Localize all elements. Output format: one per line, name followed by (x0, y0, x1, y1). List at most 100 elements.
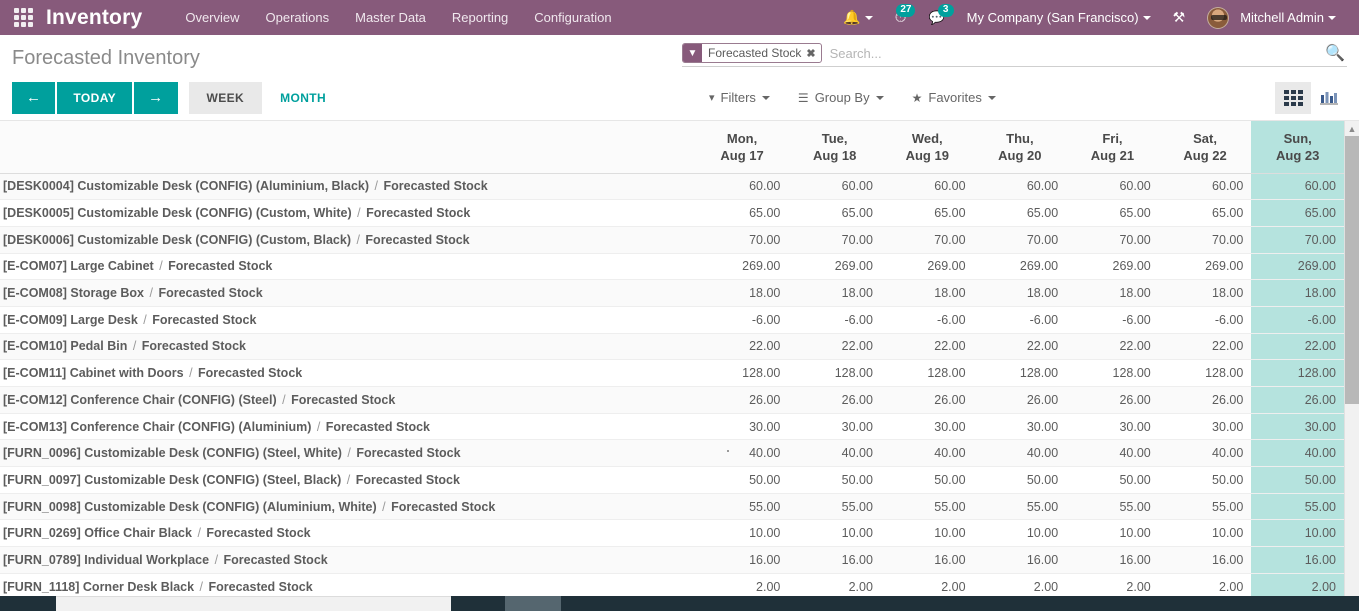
cell-value[interactable]: 55.00 (1158, 493, 1252, 521)
cell-value[interactable]: -6.00 (880, 306, 974, 334)
cell-value[interactable]: 10.00 (880, 519, 974, 548)
cell-value[interactable]: 269.00 (1066, 253, 1159, 281)
table-row[interactable]: [E-COM07] Large Cabinet / Forecasted Sto… (0, 253, 1344, 281)
row-label[interactable]: [FURN_0789] Individual Workplace / Forec… (0, 546, 696, 574)
row-label[interactable]: [E-COM10] Pedal Bin / Forecasted Stock (0, 333, 696, 361)
cell-value[interactable]: 65.00 (973, 199, 1067, 227)
cell-value[interactable]: 40.00 (788, 439, 881, 468)
cell-value[interactable]: 18.00 (973, 279, 1067, 307)
cell-value[interactable]: 60.00 (788, 173, 881, 201)
cell-value[interactable]: 65.00 (788, 199, 881, 227)
cell-value[interactable]: 65.00 (695, 199, 789, 227)
cell-value[interactable]: 26.00 (1066, 386, 1159, 414)
table-row[interactable]: [E-COM13] Conference Chair (CONFIG) (Alu… (0, 413, 1344, 441)
search-facet-forecasted-stock[interactable]: ▼ Forecasted Stock ✖ (682, 43, 822, 63)
cell-value[interactable]: 10.00 (1066, 519, 1159, 548)
cell-value[interactable]: 55.00 (1066, 493, 1159, 521)
next-period-button[interactable]: → (134, 81, 178, 114)
cell-value[interactable]: 10.00 (973, 519, 1067, 548)
cell-value[interactable]: 22.00 (1158, 333, 1252, 361)
cell-value[interactable]: 40.00 (973, 439, 1067, 468)
cell-value[interactable]: -6.00 (1066, 306, 1159, 334)
cell-value[interactable]: 22.00 (973, 333, 1067, 361)
cell-value[interactable]: 18.00 (788, 279, 881, 307)
cell-value[interactable]: 128.00 (1158, 359, 1252, 387)
cell-value[interactable]: 60.00 (695, 173, 789, 201)
table-row[interactable]: [FURN_0098] Customizable Desk (CONFIG) (… (0, 493, 1344, 521)
cell-value[interactable]: 16.00 (973, 546, 1067, 574)
cell-value[interactable]: 128.00 (880, 359, 974, 387)
cell-value[interactable]: 26.00 (880, 386, 974, 414)
cell-value[interactable]: 60.00 (880, 173, 974, 201)
vertical-scrollbar[interactable]: ▲ ▼ (1344, 121, 1359, 607)
cell-value[interactable]: 18.00 (695, 279, 789, 307)
menu-operations[interactable]: Operations (253, 0, 343, 35)
table-row[interactable]: [FURN_0096] Customizable Desk (CONFIG) (… (0, 439, 1344, 468)
cell-value[interactable]: 269.00 (695, 253, 789, 281)
cell-value[interactable]: 70.00 (695, 226, 789, 254)
cell-value[interactable]: 22.00 (1066, 333, 1159, 361)
table-row[interactable]: [DESK0004] Customizable Desk (CONFIG) (A… (0, 173, 1344, 201)
cell-value[interactable]: 50.00 (880, 466, 974, 494)
row-label[interactable]: [FURN_0096] Customizable Desk (CONFIG) (… (0, 439, 696, 468)
cell-value[interactable]: 40.00 (880, 439, 974, 468)
cell-value[interactable]: -6.00 (1158, 306, 1252, 334)
cell-value[interactable]: 128.00 (695, 359, 789, 387)
cell-value[interactable]: 30.00 (695, 413, 789, 441)
row-label[interactable]: [E-COM13] Conference Chair (CONFIG) (Alu… (0, 413, 696, 441)
row-label[interactable]: [E-COM09] Large Desk / Forecasted Stock (0, 306, 696, 334)
table-row[interactable]: [DESK0005] Customizable Desk (CONFIG) (C… (0, 199, 1344, 227)
cell-value[interactable]: 128.00 (973, 359, 1067, 387)
apps-menu-button[interactable] (0, 0, 46, 35)
cell-value[interactable]: 60.00 (1251, 173, 1344, 201)
cell-value[interactable]: 269.00 (1158, 253, 1252, 281)
cell-value[interactable]: 40.00 (1066, 439, 1159, 468)
cell-value[interactable]: 16.00 (1158, 546, 1252, 574)
cell-value[interactable]: 40.00 (1251, 439, 1344, 468)
graph-view-button[interactable] (1311, 82, 1347, 114)
cell-value[interactable]: 70.00 (973, 226, 1067, 254)
cell-value[interactable]: 16.00 (788, 546, 881, 574)
table-row[interactable]: [FURN_0789] Individual Workplace / Forec… (0, 546, 1344, 574)
table-row[interactable]: [E-COM10] Pedal Bin / Forecasted Stock 22… (0, 333, 1344, 361)
cell-value[interactable]: 26.00 (695, 386, 789, 414)
cell-value[interactable]: 10.00 (1251, 519, 1344, 548)
cell-value[interactable]: 16.00 (1066, 546, 1159, 574)
cell-value[interactable]: 50.00 (1251, 466, 1344, 494)
cell-value[interactable]: 50.00 (1158, 466, 1252, 494)
cell-value[interactable]: 65.00 (1251, 199, 1344, 227)
cell-value[interactable]: -6.00 (973, 306, 1067, 334)
cell-value[interactable]: 60.00 (973, 173, 1067, 201)
horizontal-scrollbar-thumb[interactable] (56, 596, 451, 611)
cell-value[interactable]: 16.00 (1251, 546, 1344, 574)
cell-value[interactable]: 10.00 (788, 519, 881, 548)
row-label[interactable]: [E-COM11] Cabinet with Doors / Forecaste… (0, 359, 696, 387)
cell-value[interactable]: 30.00 (973, 413, 1067, 441)
previous-period-button[interactable]: ← (12, 81, 56, 114)
cell-value[interactable]: 10.00 (1158, 519, 1252, 548)
cell-value[interactable]: 26.00 (973, 386, 1067, 414)
table-row[interactable]: [DESK0006] Customizable Desk (CONFIG) (C… (0, 226, 1344, 254)
row-label[interactable]: [FURN_0098] Customizable Desk (CONFIG) (… (0, 493, 696, 521)
cell-value[interactable]: 30.00 (880, 413, 974, 441)
cell-value[interactable]: -6.00 (1251, 306, 1344, 334)
cell-value[interactable]: 55.00 (695, 493, 789, 521)
row-label[interactable]: [DESK0005] Customizable Desk (CONFIG) (C… (0, 199, 696, 227)
cell-value[interactable]: 30.00 (1158, 413, 1252, 441)
cell-value[interactable]: 40.00 (695, 439, 789, 468)
cell-value[interactable]: 55.00 (788, 493, 881, 521)
cell-value[interactable]: 26.00 (1251, 386, 1344, 414)
cell-value[interactable]: 128.00 (788, 359, 881, 387)
cell-value[interactable]: 70.00 (1066, 226, 1159, 254)
cell-value[interactable]: 50.00 (788, 466, 881, 494)
cell-value[interactable]: 70.00 (1251, 226, 1344, 254)
table-row[interactable]: [E-COM12] Conference Chair (CONFIG) (Ste… (0, 386, 1344, 414)
row-label[interactable]: [DESK0004] Customizable Desk (CONFIG) (A… (0, 173, 696, 201)
menu-master-data[interactable]: Master Data (342, 0, 439, 35)
row-label[interactable]: [E-COM08] Storage Box / Forecasted Stock (0, 279, 696, 307)
cell-value[interactable]: 18.00 (1066, 279, 1159, 307)
table-row[interactable]: [E-COM08] Storage Box / Forecasted Stock… (0, 279, 1344, 307)
developer-tools-button[interactable]: ⚒ (1162, 0, 1197, 35)
table-row[interactable]: [FURN_0097] Customizable Desk (CONFIG) (… (0, 466, 1344, 494)
cell-value[interactable]: 18.00 (880, 279, 974, 307)
